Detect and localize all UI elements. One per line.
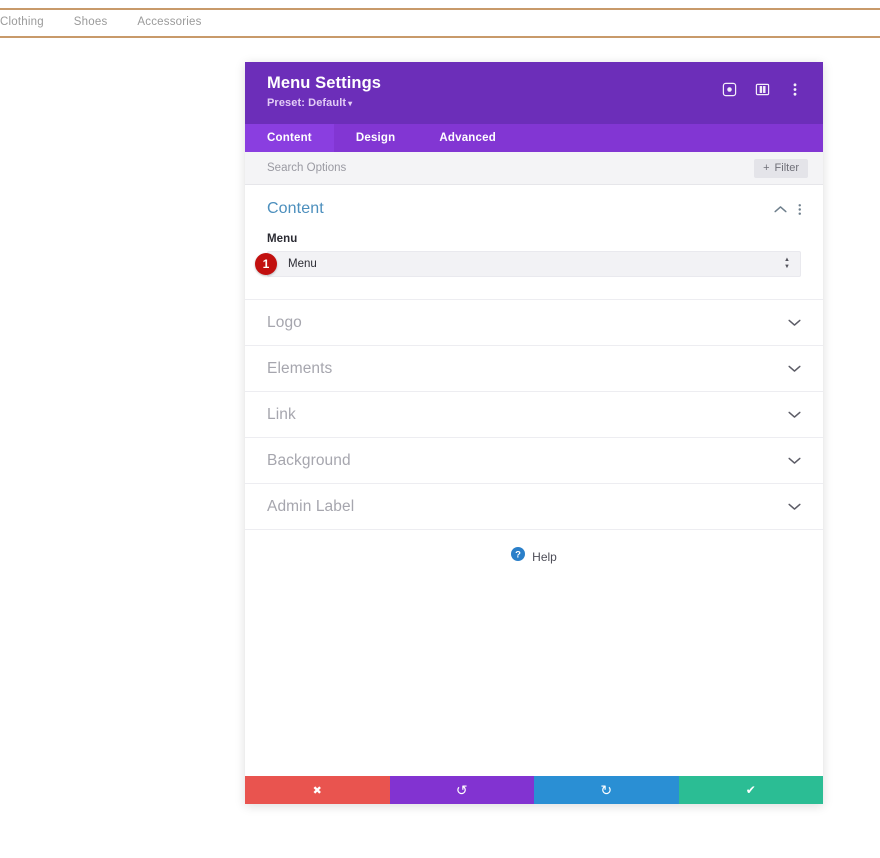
modal-header-titles: Menu Settings Preset: Default▾ [267,73,381,110]
filter-button-label: Filter [775,163,799,174]
undo-icon: ↺ [456,782,468,799]
step-badge-1: 1 [255,253,277,275]
section-row-admin-label[interactable]: Admin Label [245,483,823,529]
modal-footer: ✖ ↺ ↻ ✔ [245,776,823,804]
select-stepper-icon: ▲ ▼ [784,258,790,270]
modal-tab-bar: Content Design Advanced [245,124,823,152]
more-vertical-icon[interactable] [798,203,802,216]
section-row-logo[interactable]: Logo [245,299,823,345]
nav-item-shoes[interactable]: Shoes [74,17,108,29]
content-section-title: Content [267,199,324,219]
svg-text:?: ? [515,550,521,561]
modal-title: Menu Settings [267,73,381,93]
preset-caret-icon: ▾ [348,99,352,108]
tab-content[interactable]: Content [245,124,334,152]
section-label-admin-label: Admin Label [267,498,354,516]
question-circle-icon: ? [511,547,525,566]
tab-design[interactable]: Design [334,124,418,152]
chevron-up-icon[interactable] [774,205,787,214]
section-row-background[interactable]: Background [245,437,823,483]
cancel-button[interactable]: ✖ [245,776,390,804]
more-vertical-icon[interactable] [787,81,803,97]
section-label-link: Link [267,406,296,424]
help-label: Help [532,550,557,564]
section-label-elements: Elements [267,360,332,378]
content-section: Content Menu [245,185,823,299]
nav-item-accessories[interactable]: Accessories [137,17,201,29]
nav-item-clothing[interactable]: Clothing [0,17,44,29]
chevron-down-icon [788,410,801,419]
modal-body: Content Menu [245,185,823,776]
check-icon: ✔ [746,783,756,797]
section-row-link[interactable]: Link [245,391,823,437]
menu-field-wrapper: 1 Menu ▲ ▼ [267,251,801,277]
save-button[interactable]: ✔ [679,776,824,804]
layout-columns-icon[interactable] [754,81,770,97]
tab-advanced[interactable]: Advanced [417,124,518,152]
help-link[interactable]: ? Help [245,529,823,583]
search-row: + Filter [245,152,823,185]
focus-target-icon[interactable] [721,81,737,97]
filter-button[interactable]: + Filter [754,159,808,178]
preset-label: Preset: Default [267,97,346,109]
chevron-down-icon [788,318,801,327]
redo-icon: ↻ [600,782,612,799]
content-section-actions [774,203,802,216]
preset-selector[interactable]: Preset: Default▾ [267,97,381,110]
menu-settings-modal: Menu Settings Preset: Default▾ [245,62,823,804]
plus-icon: + [763,163,769,174]
section-row-elements[interactable]: Elements [245,345,823,391]
redo-button[interactable]: ↻ [534,776,679,804]
modal-header: Menu Settings Preset: Default▾ [245,62,823,124]
chevron-down-icon [788,502,801,511]
menu-select-value: Menu [288,258,317,270]
close-icon: ✖ [313,784,322,797]
section-label-background: Background [267,452,351,470]
stepper-up-arrow: ▲ [784,258,790,263]
content-section-header: Content [267,199,801,219]
site-navigation-bar: Clothing Shoes Accessories [0,8,880,38]
chevron-down-icon [788,364,801,373]
menu-field-label: Menu [267,233,801,245]
undo-button[interactable]: ↺ [390,776,535,804]
menu-select[interactable]: Menu ▲ ▼ [267,251,801,277]
section-label-logo: Logo [267,314,302,332]
search-input[interactable] [267,156,627,180]
stepper-down-arrow: ▼ [784,265,790,270]
modal-header-actions [721,81,805,97]
chevron-down-icon [788,456,801,465]
